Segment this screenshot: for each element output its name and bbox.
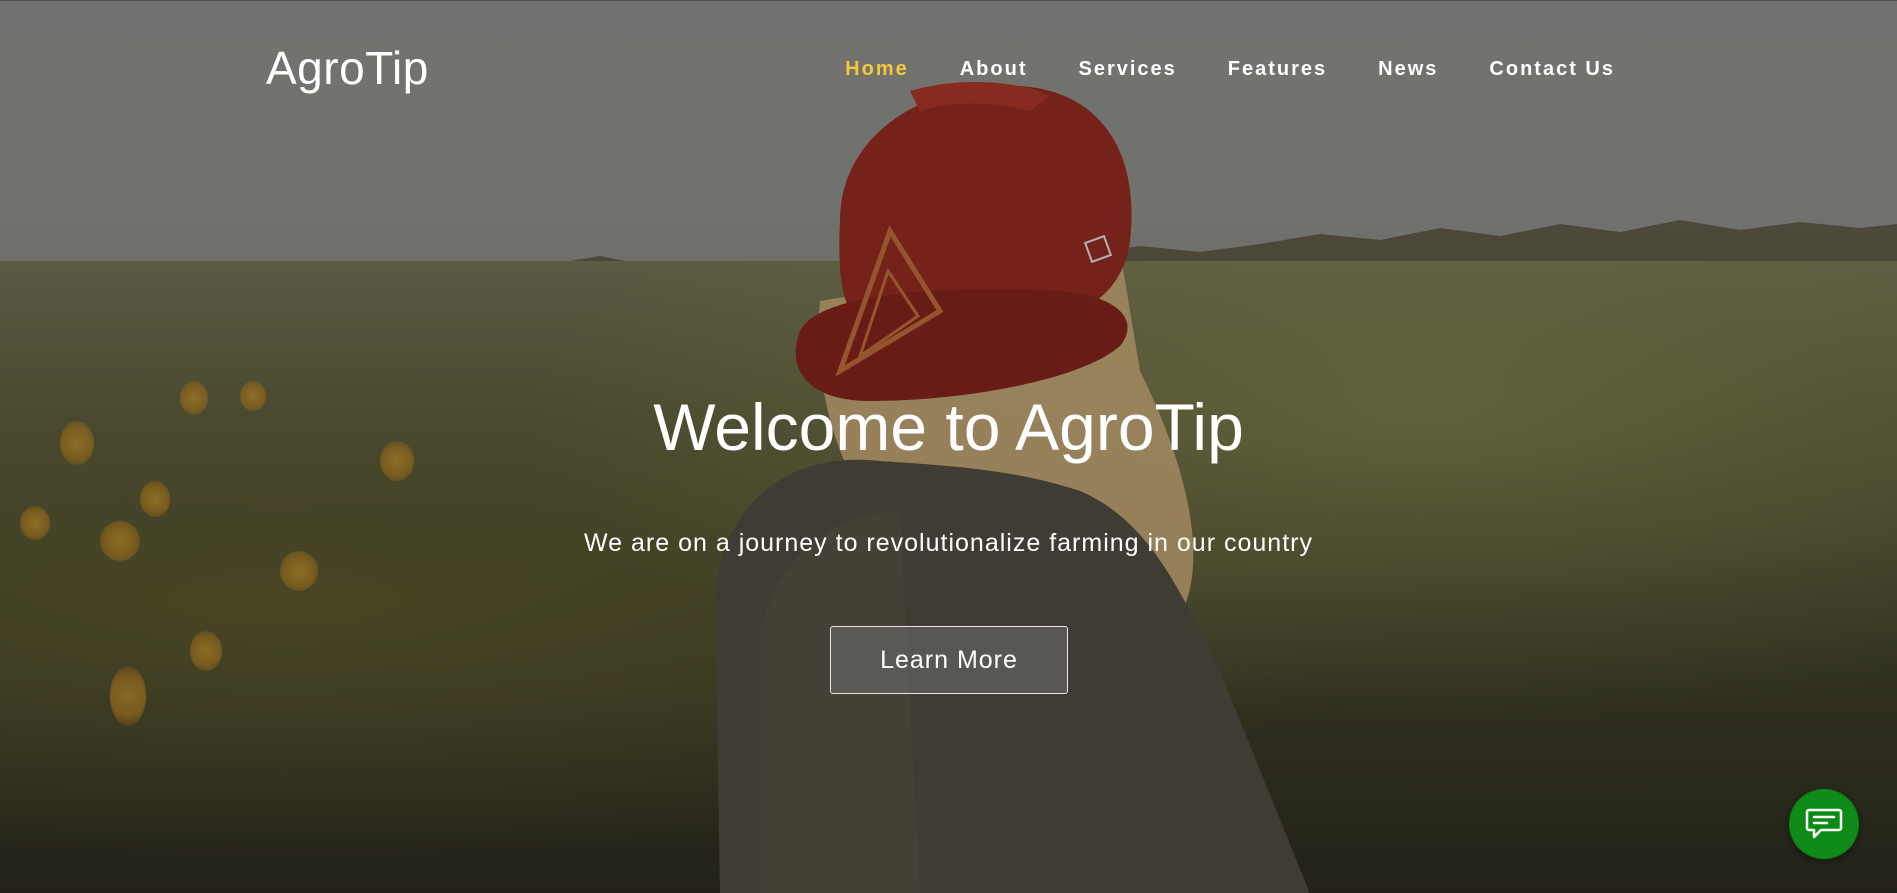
site-logo[interactable]: AgroTip [266, 41, 429, 95]
learn-more-button[interactable]: Learn More [830, 626, 1068, 694]
chat-bubble-icon [1805, 808, 1843, 839]
main-navigation: Home About Services Features News Contac… [794, 58, 1615, 81]
nav-item-features[interactable]: Features [1228, 58, 1327, 81]
nav-item-about[interactable]: About [960, 58, 1028, 81]
nav-item-services[interactable]: Services [1079, 58, 1177, 81]
hero-section: AgroTip Home About Services Features New… [0, 0, 1897, 893]
nav-item-news[interactable]: News [1378, 58, 1438, 81]
nav-item-contact-us[interactable]: Contact Us [1489, 58, 1615, 81]
hero-subheadline: We are on a journey to revolutionalize f… [584, 529, 1313, 557]
chat-button[interactable] [1789, 789, 1859, 859]
hero-headline: Welcome to AgroTip [653, 390, 1244, 464]
nav-item-home[interactable]: Home [845, 58, 909, 81]
